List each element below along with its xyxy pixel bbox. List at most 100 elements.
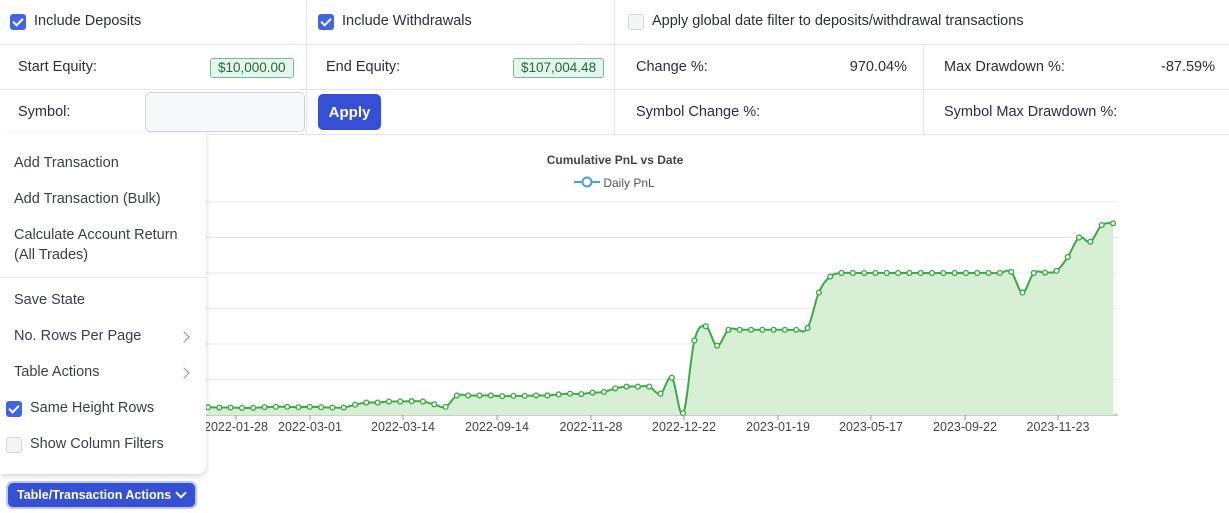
data-point[interactable]: [442, 403, 449, 410]
data-point[interactable]: [216, 404, 223, 411]
data-point[interactable]: [951, 269, 958, 277]
data-point[interactable]: [1087, 238, 1094, 245]
data-point[interactable]: [781, 326, 789, 333]
chart-legend[interactable]: Daily PnL: [574, 176, 655, 190]
data-point[interactable]: [340, 404, 347, 411]
data-point[interactable]: [351, 401, 359, 408]
data-point[interactable]: [487, 392, 494, 399]
data-point[interactable]: [612, 385, 619, 392]
data-point[interactable]: [985, 269, 992, 277]
data-point[interactable]: [1075, 234, 1083, 241]
data-point[interactable]: [804, 324, 811, 332]
data-point[interactable]: [861, 269, 868, 277]
data-point[interactable]: [227, 404, 234, 411]
data-point[interactable]: [668, 374, 675, 381]
data-point[interactable]: [770, 326, 777, 333]
apply-button[interactable]: Apply: [318, 94, 381, 130]
data-point[interactable]: [544, 392, 551, 399]
data-point[interactable]: [623, 383, 630, 390]
data-point[interactable]: [1098, 221, 1105, 229]
data-point[interactable]: [476, 392, 483, 399]
data-point[interactable]: [1053, 267, 1060, 274]
data-point[interactable]: [702, 323, 709, 330]
data-point[interactable]: [532, 392, 540, 399]
data-point[interactable]: [238, 404, 246, 412]
data-point[interactable]: [1008, 268, 1015, 276]
menu-rows-per-page[interactable]: No. Rows Per Page: [14, 328, 192, 344]
menu-show-column-filters[interactable]: Show Column Filters: [30, 436, 164, 452]
menu-save-state[interactable]: Save State: [14, 292, 85, 308]
data-point[interactable]: [940, 269, 947, 277]
data-point[interactable]: [600, 388, 608, 396]
data-point[interactable]: [1064, 253, 1071, 261]
include-deposits-checkbox[interactable]: [10, 14, 26, 30]
data-point[interactable]: [974, 269, 981, 277]
data-point[interactable]: [374, 399, 381, 406]
data-point[interactable]: [284, 403, 291, 410]
data-point[interactable]: [521, 392, 528, 399]
data-point[interactable]: [566, 390, 574, 397]
data-point[interactable]: [725, 326, 732, 333]
symbol-input[interactable]: [145, 92, 305, 132]
legend-label: Daily PnL: [603, 176, 655, 190]
data-point[interactable]: [1109, 220, 1117, 227]
data-point[interactable]: [204, 404, 212, 411]
data-point[interactable]: [261, 404, 268, 411]
data-point[interactable]: [894, 269, 902, 277]
menu-same-height-rows[interactable]: Same Height Rows: [30, 400, 154, 416]
global-date-filter-checkbox[interactable]: [628, 14, 644, 30]
data-point[interactable]: [419, 398, 427, 405]
data-point[interactable]: [906, 269, 913, 277]
data-point[interactable]: [928, 269, 936, 277]
data-point[interactable]: [996, 269, 1003, 277]
data-point[interactable]: [555, 391, 562, 398]
data-point[interactable]: [510, 392, 517, 399]
menu-calc-account-return[interactable]: Calculate Account Return (All Trades): [14, 227, 178, 263]
table-transaction-actions-button[interactable]: Table/Transaction Actions: [8, 483, 195, 507]
data-point[interactable]: [736, 326, 743, 333]
data-point[interactable]: [1019, 289, 1026, 296]
data-point[interactable]: [815, 289, 822, 296]
data-point[interactable]: [634, 383, 641, 390]
data-point[interactable]: [453, 392, 460, 399]
data-point[interactable]: [646, 383, 653, 390]
data-point[interactable]: [917, 269, 924, 277]
data-point[interactable]: [318, 404, 325, 411]
data-point[interactable]: [759, 326, 766, 333]
data-point[interactable]: [1042, 269, 1049, 276]
data-point[interactable]: [306, 403, 313, 410]
data-point[interactable]: [408, 398, 415, 405]
data-point[interactable]: [272, 403, 279, 410]
data-point[interactable]: [578, 390, 585, 398]
data-point[interactable]: [680, 410, 687, 417]
data-point[interactable]: [499, 393, 506, 400]
data-point[interactable]: [589, 389, 596, 396]
data-point[interactable]: [713, 342, 721, 349]
data-point[interactable]: [849, 269, 856, 277]
data-point[interactable]: [465, 392, 472, 399]
data-point[interactable]: [872, 269, 879, 277]
data-point[interactable]: [883, 269, 890, 277]
data-point[interactable]: [295, 404, 302, 411]
include-withdrawals-checkbox[interactable]: [318, 14, 334, 30]
data-point[interactable]: [691, 337, 698, 344]
data-point[interactable]: [747, 326, 755, 333]
menu-add-transaction[interactable]: Add Transaction: [14, 155, 119, 171]
data-point[interactable]: [827, 273, 834, 280]
data-point[interactable]: [363, 399, 370, 406]
menu-add-transaction-bulk[interactable]: Add Transaction (Bulk): [14, 191, 161, 207]
data-point[interactable]: [431, 401, 438, 408]
data-point[interactable]: [385, 398, 393, 405]
data-point[interactable]: [250, 404, 257, 412]
data-point[interactable]: [397, 398, 404, 405]
data-point[interactable]: [793, 326, 800, 333]
divider: [614, 0, 615, 134]
show-column-filters-checkbox[interactable]: [6, 437, 22, 453]
data-point[interactable]: [657, 390, 664, 397]
same-height-rows-checkbox[interactable]: [6, 401, 22, 417]
menu-table-actions[interactable]: Table Actions: [14, 364, 192, 380]
data-point[interactable]: [962, 269, 970, 277]
data-point[interactable]: [329, 404, 336, 411]
data-point[interactable]: [838, 269, 845, 277]
data-point[interactable]: [1030, 269, 1037, 277]
